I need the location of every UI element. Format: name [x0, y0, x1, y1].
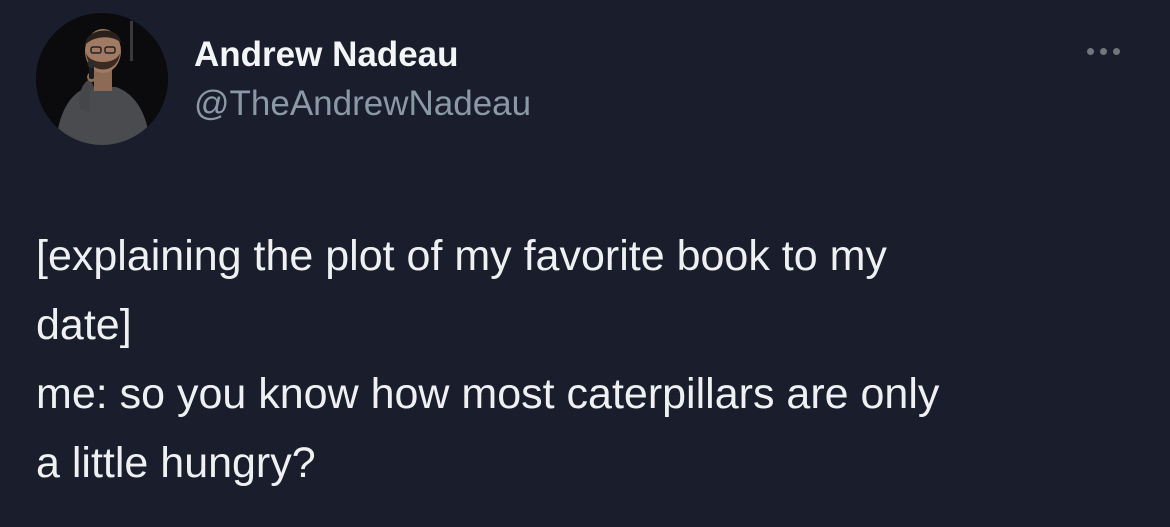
profile-photo-icon	[36, 13, 168, 145]
tweet-text-line: [explaining the plot of my favorite book…	[36, 232, 887, 280]
display-name[interactable]: Andrew Nadeau	[194, 30, 531, 80]
tweet-text: [explaining the plot of my favorite book…	[36, 222, 1136, 498]
more-options-dot	[1099, 47, 1107, 55]
author-info: Andrew Nadeau @TheAndrewNadeau	[194, 30, 531, 126]
more-options-button[interactable]	[1072, 36, 1134, 66]
tweet-text-line: a little hungry?	[36, 439, 316, 487]
tweet-text-line: date]	[36, 301, 132, 349]
more-options-icon	[1086, 47, 1094, 55]
avatar[interactable]	[36, 13, 168, 145]
tweet-text-line: me: so you know how most caterpillars ar…	[36, 370, 940, 418]
more-options-dot	[1112, 47, 1120, 55]
tweet-card: Andrew Nadeau @TheAndrewNadeau [explaini…	[0, 0, 1170, 527]
user-handle[interactable]: @TheAndrewNadeau	[194, 82, 531, 126]
